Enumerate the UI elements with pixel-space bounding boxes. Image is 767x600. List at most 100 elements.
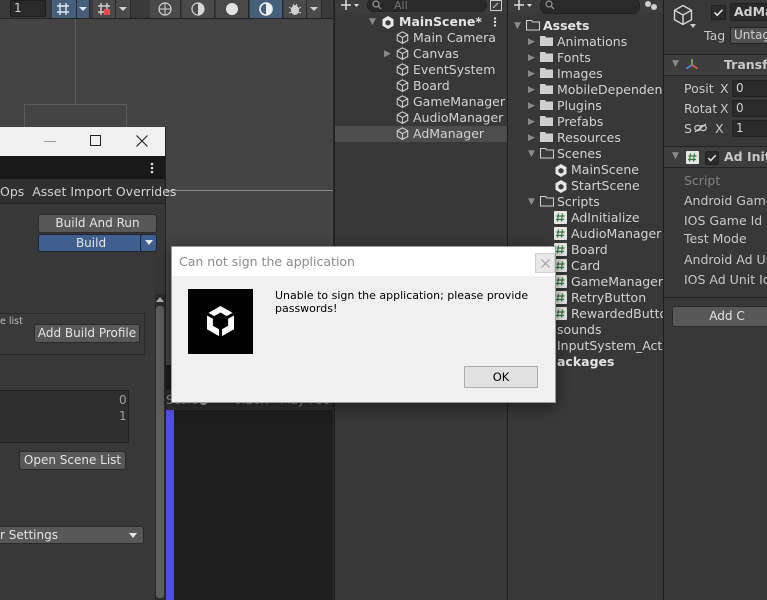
transform-header[interactable]: ▼ Transfo: [664, 54, 767, 76]
expand-arrow-icon[interactable]: ▶: [528, 50, 535, 66]
expand-arrow-icon[interactable]: ▼: [514, 18, 521, 34]
tag-dropdown[interactable]: Untag: [730, 27, 767, 44]
wireframe-button[interactable]: [150, 0, 181, 18]
hierarchy-item[interactable]: Board: [335, 78, 507, 94]
hierarchy-item-selected[interactable]: AdManager: [335, 126, 507, 142]
grid-line: [24, 104, 127, 105]
rotation-label: Rotat: [684, 101, 718, 116]
ok-button[interactable]: OK: [464, 366, 538, 388]
snap-dropdown[interactable]: [116, 0, 131, 18]
build-options-dropdown[interactable]: [140, 234, 157, 252]
asset-label: RetryButton: [571, 290, 647, 305]
component-enabled-checkbox[interactable]: [705, 151, 719, 165]
search-filter-icon[interactable]: [490, 0, 502, 11]
scale-x-field[interactable]: 1: [732, 120, 767, 137]
project-folder[interactable]: ▶ Animations: [508, 34, 663, 50]
grid-line: [126, 104, 127, 128]
add-icon[interactable]: [341, 0, 359, 10]
grid-snap-button[interactable]: [52, 0, 77, 18]
project-root-folder[interactable]: ▼ Assets: [508, 18, 663, 34]
project-folder[interactable]: ▶ Resources: [508, 130, 663, 146]
project-folder[interactable]: ▶ Images: [508, 66, 663, 82]
scene-list[interactable]: 0 1: [0, 390, 129, 443]
hierarchy-item[interactable]: EventSystem: [335, 62, 507, 78]
hierarchy-item[interactable]: GameManager: [335, 94, 507, 110]
dropdown-value: r Settings: [0, 528, 58, 542]
ad-initialize-header[interactable]: ▼ Ad Initi: [664, 146, 767, 168]
shaded-button[interactable]: [216, 0, 249, 18]
hierarchy-item[interactable]: AudioManager: [335, 110, 507, 126]
player-settings-dropdown[interactable]: r Settings: [0, 526, 144, 544]
project-folder[interactable]: ▶ MobileDependencyResolver: [508, 82, 663, 98]
expand-arrow-icon[interactable]: ▶: [528, 34, 535, 50]
expand-arrow-icon[interactable]: ▶: [528, 66, 535, 82]
transform-axes-icon: [685, 58, 699, 72]
object-name-field[interactable]: AdMa: [730, 3, 767, 21]
item-label: AdManager: [413, 126, 485, 141]
folder-label: Fonts: [557, 50, 591, 65]
lock-filter-icon[interactable]: [644, 0, 658, 11]
unlit-button[interactable]: [250, 0, 283, 18]
expand-arrow-icon[interactable]: ▶: [384, 46, 391, 62]
scrollbar[interactable]: [155, 294, 165, 600]
close-icon[interactable]: [136, 135, 148, 147]
dialog-close-button[interactable]: [535, 253, 555, 273]
minimize-icon[interactable]: [44, 141, 56, 143]
collapse-arrow-icon[interactable]: ▼: [672, 151, 679, 161]
android-game-id-label: Android Game: [684, 193, 767, 208]
project-scene-asset[interactable]: StartScene: [508, 178, 663, 194]
project-folder[interactable]: ▶ Plugins: [508, 98, 663, 114]
hierarchy-search-input[interactable]: All: [367, 0, 487, 12]
folder-label: ackages: [557, 354, 615, 369]
expand-arrow-icon[interactable]: ▶: [528, 130, 535, 146]
rotation-x-field[interactable]: 0: [732, 100, 767, 117]
debug-dropdown[interactable]: [307, 0, 322, 18]
kebab-menu-icon[interactable]: [150, 162, 154, 174]
expand-arrow-icon[interactable]: ▶: [528, 98, 535, 114]
tag-label: Tag: [704, 28, 726, 43]
project-folder[interactable]: ▼ Scenes: [508, 146, 663, 162]
link-scale-icon[interactable]: [694, 123, 707, 133]
scroll-thumb[interactable]: [156, 306, 164, 598]
scene-row[interactable]: ▼ MainScene*: [335, 14, 507, 30]
project-script-asset[interactable]: AdInitialize: [508, 210, 663, 226]
scene-list-label: e list: [0, 316, 23, 327]
kebab-menu-icon[interactable]: [493, 17, 497, 27]
build-and-run-button[interactable]: Build And Run: [38, 214, 157, 233]
increment-snap-button[interactable]: [93, 0, 116, 18]
project-scene-asset[interactable]: MainScene: [508, 162, 663, 178]
scale-label: S: [684, 121, 692, 136]
folder-label: Scripts: [557, 194, 600, 209]
project-folder[interactable]: ▶ Fonts: [508, 50, 663, 66]
project-script-asset[interactable]: AudioManager: [508, 226, 663, 242]
debug-draw-button[interactable]: [284, 0, 307, 18]
hierarchy-item[interactable]: ▶ Canvas: [335, 46, 507, 62]
expand-arrow-icon[interactable]: ▶: [528, 82, 535, 98]
expand-arrow-icon[interactable]: ▼: [528, 194, 535, 210]
project-search-input[interactable]: [540, 0, 640, 14]
add-build-profile-button[interactable]: Add Build Profile: [34, 324, 140, 343]
gameobject-cube-icon: [396, 95, 409, 108]
expand-arrow-icon[interactable]: ▼: [528, 146, 535, 162]
add-icon[interactable]: [514, 0, 532, 10]
tabs-label[interactable]: Ops Asset Import Overrides: [0, 184, 176, 199]
scroll-up-icon[interactable]: [156, 296, 164, 302]
chevron-down-icon[interactable]: [690, 24, 696, 29]
maximize-icon[interactable]: [90, 135, 102, 147]
project-folder[interactable]: ▶ Prefabs: [508, 114, 663, 130]
position-x-field[interactable]: 0: [732, 80, 767, 97]
open-scene-list-button[interactable]: Open Scene List: [19, 451, 126, 470]
position-label: Posit: [684, 81, 714, 96]
expand-arrow-icon[interactable]: ▼: [369, 14, 376, 30]
expand-arrow-icon[interactable]: ▶: [528, 114, 535, 130]
grid-snap-dropdown[interactable]: [77, 0, 90, 18]
build-button[interactable]: Build: [38, 234, 144, 252]
hierarchy-item[interactable]: Main Camera: [335, 30, 507, 46]
asset-label: AudioManager: [571, 226, 662, 241]
collapse-arrow-icon[interactable]: ▼: [672, 59, 679, 69]
layer-field[interactable]: 1: [10, 0, 46, 17]
shaded-wireframe-button[interactable]: [182, 0, 215, 18]
active-checkbox[interactable]: [711, 5, 726, 20]
project-folder[interactable]: ▼ Scripts: [508, 194, 663, 210]
add-component-button[interactable]: Add C: [672, 306, 767, 327]
